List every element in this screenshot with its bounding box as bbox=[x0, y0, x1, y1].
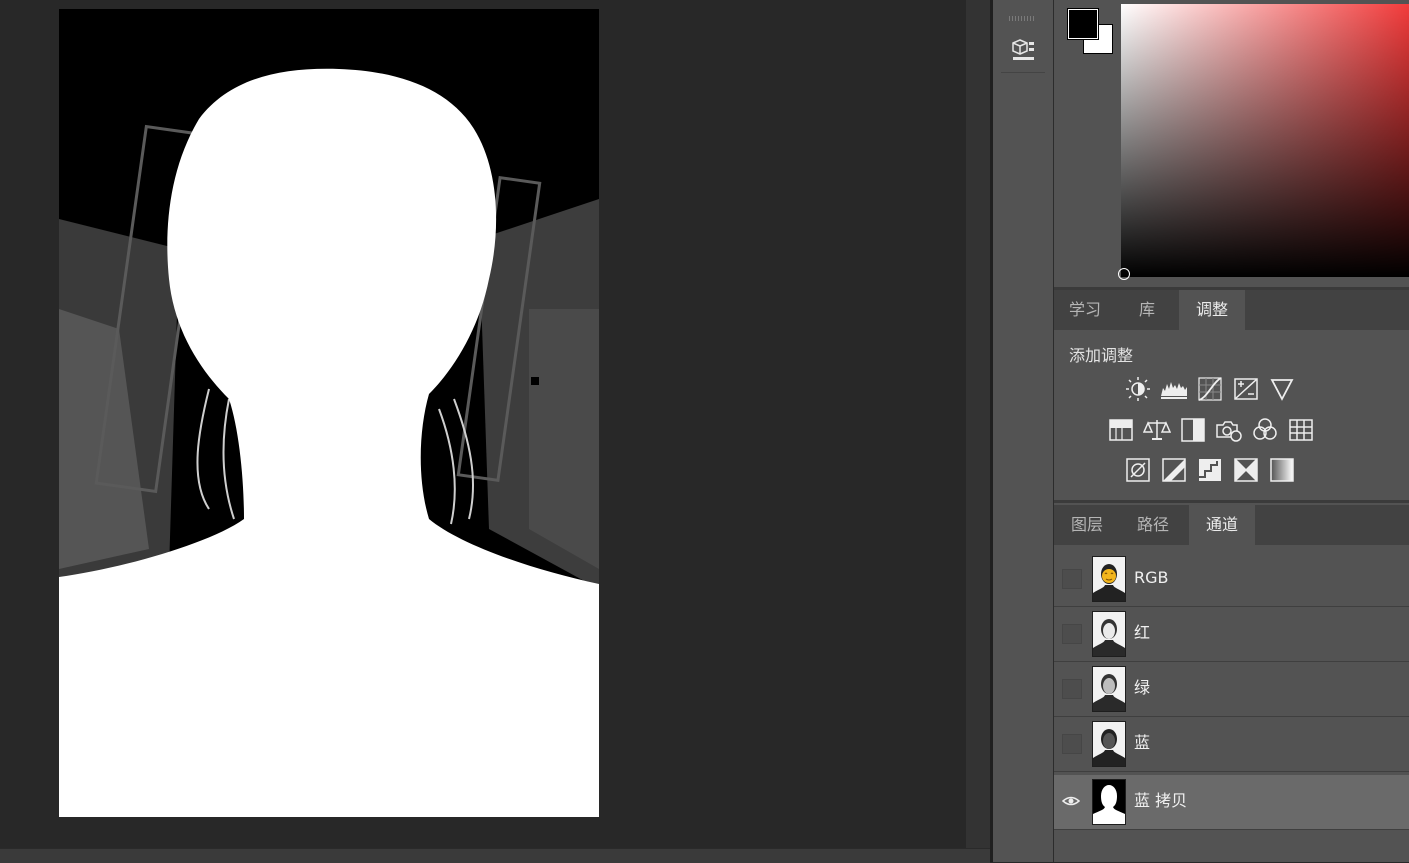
vertical-scrollbar[interactable] bbox=[966, 0, 990, 848]
color-balance-icon[interactable] bbox=[1139, 412, 1175, 448]
collapsed-panel-strip bbox=[993, 0, 1054, 862]
tab-paths[interactable]: 路径 bbox=[1120, 505, 1186, 545]
channel-name: 蓝 拷贝 bbox=[1134, 791, 1188, 810]
eye-icon[interactable] bbox=[1061, 792, 1081, 810]
adjustment-row-2 bbox=[1103, 412, 1319, 448]
visibility-toggle[interactable] bbox=[1062, 569, 1082, 589]
libraries-3d-icon[interactable] bbox=[1001, 26, 1045, 73]
tab-channels[interactable]: 通道 bbox=[1189, 505, 1255, 545]
curves-icon[interactable] bbox=[1192, 371, 1228, 407]
color-lookup-icon[interactable] bbox=[1283, 412, 1319, 448]
channels-tabbar: 图层 路径 通道 bbox=[1054, 505, 1409, 545]
color-picker-field[interactable] bbox=[1121, 4, 1409, 277]
posterize-icon[interactable] bbox=[1156, 452, 1192, 488]
channel-row-blue[interactable]: 蓝 bbox=[1054, 717, 1409, 772]
channel-row-green[interactable]: 绿 bbox=[1054, 662, 1409, 717]
silhouette-mask-image bbox=[59, 9, 599, 817]
foreground-color-swatch[interactable] bbox=[1067, 8, 1099, 40]
levels-icon[interactable] bbox=[1156, 371, 1192, 407]
visibility-toggle[interactable] bbox=[1062, 679, 1082, 699]
tab-layers[interactable]: 图层 bbox=[1054, 505, 1120, 545]
vibrance-icon[interactable] bbox=[1264, 371, 1300, 407]
document-canvas-area[interactable] bbox=[0, 0, 966, 848]
hue-saturation-icon[interactable] bbox=[1103, 412, 1139, 448]
adjustment-row-3 bbox=[1120, 452, 1300, 488]
exposure-icon[interactable] bbox=[1228, 371, 1264, 407]
channel-name: RGB bbox=[1134, 568, 1169, 587]
channel-thumbnail bbox=[1092, 779, 1126, 825]
add-adjustment-title: 添加调整 bbox=[1069, 346, 1134, 365]
channel-row-blue-copy[interactable]: 蓝 拷贝 bbox=[1054, 775, 1409, 830]
tab-adjustments[interactable]: 调整 bbox=[1179, 290, 1245, 330]
channel-row-rgb[interactable]: RGB bbox=[1054, 552, 1409, 607]
horizontal-scrollbar[interactable] bbox=[0, 848, 990, 863]
channel-thumbnail bbox=[1092, 666, 1126, 712]
channel-name: 绿 bbox=[1134, 678, 1151, 697]
visibility-toggle[interactable] bbox=[1062, 734, 1082, 754]
gradient-map-icon[interactable] bbox=[1264, 452, 1300, 488]
photo-filter-icon[interactable] bbox=[1211, 412, 1247, 448]
tab-libraries[interactable]: 库 bbox=[1116, 290, 1178, 330]
panel-separator bbox=[1054, 500, 1409, 503]
threshold-icon[interactable] bbox=[1192, 452, 1228, 488]
visibility-toggle[interactable] bbox=[1062, 624, 1082, 644]
adjustment-row-1 bbox=[1120, 371, 1300, 407]
channel-thumbnail bbox=[1092, 721, 1126, 767]
channel-row-red[interactable]: 红 bbox=[1054, 607, 1409, 662]
brightness-contrast-icon[interactable] bbox=[1120, 371, 1156, 407]
right-panel-column: 学习 库 调整 添加调整 图层 路径 通道 RGB 红 绿 蓝 蓝 拷贝 bbox=[1054, 0, 1409, 862]
channel-thumbnail bbox=[1092, 611, 1126, 657]
color-picker-cursor[interactable] bbox=[1118, 268, 1130, 280]
black-white-icon[interactable] bbox=[1175, 412, 1211, 448]
channel-name: 红 bbox=[1134, 623, 1151, 642]
visibility-toggle[interactable] bbox=[1061, 792, 1081, 810]
channel-name: 蓝 bbox=[1134, 733, 1151, 752]
document-image[interactable] bbox=[59, 9, 599, 817]
tab-learn[interactable]: 学习 bbox=[1054, 290, 1116, 330]
channel-thumbnail bbox=[1092, 556, 1126, 602]
channel-mixer-icon[interactable] bbox=[1247, 412, 1283, 448]
adjustments-tabbar: 学习 库 调整 bbox=[1054, 290, 1409, 330]
color-panel bbox=[1054, 0, 1409, 287]
selective-color-icon[interactable] bbox=[1228, 452, 1264, 488]
invert-icon[interactable] bbox=[1120, 452, 1156, 488]
panel-grip-icon[interactable] bbox=[1009, 16, 1035, 21]
